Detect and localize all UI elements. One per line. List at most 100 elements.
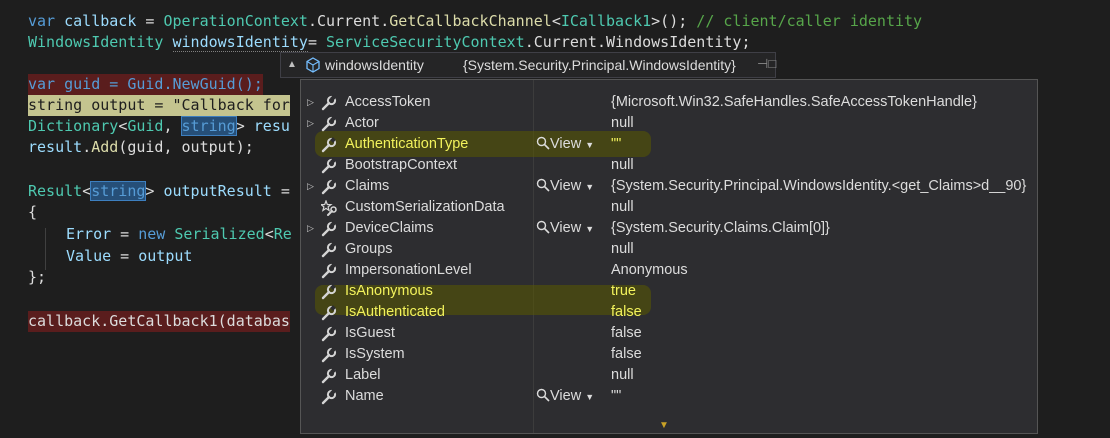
- property-value[interactable]: "": [611, 386, 621, 407]
- type-name: Serialized: [174, 225, 265, 243]
- datatip-panel[interactable]: ▷ AccessToken {Microsoft.Win32.SafeHandles…: [300, 79, 1038, 434]
- datatip-row[interactable]: Label null: [301, 365, 1037, 386]
- datatip-row[interactable]: Name View ▼ "": [301, 386, 1037, 407]
- view-visualizer-button[interactable]: View ▼: [536, 176, 594, 198]
- view-visualizer-button[interactable]: View ▼: [536, 218, 594, 240]
- method-name: GetCallbackChannel: [389, 12, 552, 30]
- property-name: DeviceClaims: [345, 220, 434, 236]
- datatip-row[interactable]: ▷ Claims View ▼ {System.Security.Principal.…: [301, 176, 1037, 197]
- property-value[interactable]: null: [611, 155, 634, 176]
- property-value[interactable]: {System.Security.Claims.Claim[0]}: [611, 218, 830, 239]
- view-label: View: [550, 388, 582, 404]
- code-line-10: {: [28, 202, 37, 223]
- property-name: Value: [66, 247, 112, 265]
- keyword: var: [28, 12, 56, 30]
- punctuation: ,: [163, 117, 182, 135]
- property-value[interactable]: false: [611, 302, 642, 323]
- property-value[interactable]: "": [611, 134, 621, 155]
- operator: >: [235, 117, 254, 135]
- wrench-icon: [321, 368, 337, 384]
- datatip-row[interactable]: ▷ Actor null: [301, 113, 1037, 134]
- property-name: AuthenticationType: [345, 136, 469, 152]
- method-name: Add: [91, 138, 119, 156]
- datatip-row[interactable]: IsAnonymous true: [301, 281, 1037, 302]
- code-line-12: Value = output: [66, 246, 192, 267]
- scroll-down-icon[interactable]: ▼: [659, 420, 669, 431]
- property-name: Label: [345, 367, 381, 383]
- operator: <: [118, 117, 128, 135]
- view-label: View: [550, 136, 582, 152]
- operator: =: [111, 247, 139, 265]
- code-line-breakpoint: var guid = Guid.NewGuid();: [28, 74, 263, 95]
- arguments: (guid, output);: [118, 138, 254, 156]
- wrench-icon: [321, 137, 337, 153]
- expand-arrow-icon[interactable]: ▷: [307, 113, 315, 134]
- dot: .: [380, 12, 390, 30]
- expand-arrow-icon[interactable]: ▷: [307, 176, 315, 197]
- type-name: Guid: [127, 117, 164, 135]
- property-name: IsAuthenticated: [345, 304, 445, 320]
- property-name: Claims: [345, 178, 390, 194]
- keyword-highlighted: string: [180, 116, 237, 136]
- property-value[interactable]: null: [611, 197, 634, 218]
- datatip-row[interactable]: BootstrapContext null: [301, 155, 1037, 176]
- operator: =: [307, 33, 327, 51]
- keyword: new: [138, 225, 166, 243]
- property-value[interactable]: Anonymous: [611, 260, 688, 281]
- keyword-highlighted: string: [90, 181, 147, 201]
- datatip-row[interactable]: AuthenticationType View ▼ "": [301, 134, 1037, 155]
- property-name: Name: [345, 388, 384, 404]
- brace: {: [28, 203, 38, 221]
- dropdown-icon[interactable]: ▼: [585, 224, 594, 234]
- expand-arrow-icon[interactable]: ▷: [307, 92, 315, 113]
- view-visualizer-button[interactable]: View ▼: [536, 134, 594, 156]
- property-value[interactable]: {System.Security.Principal.WindowsIdenti…: [611, 176, 1026, 197]
- datatip-row[interactable]: ▷ AccessToken {Microsoft.Win32.SafeHandles…: [301, 92, 1037, 113]
- wrench-icon: [321, 116, 337, 132]
- property-value[interactable]: true: [611, 281, 636, 302]
- datatip-row[interactable]: Groups null: [301, 239, 1037, 260]
- property-value[interactable]: null: [611, 365, 634, 386]
- identifier-hovered[interactable]: windowsIdentity: [172, 33, 308, 52]
- property-name: IsGuest: [345, 325, 395, 341]
- datatip-row[interactable]: ▷ DeviceClaims View ▼ {System.Security.Clai…: [301, 218, 1037, 239]
- collapse-icon[interactable]: ▲: [287, 59, 297, 70]
- code-line-breakpoint-2: callback.GetCallback1(databas: [28, 311, 290, 332]
- expand-arrow-icon[interactable]: ▷: [307, 218, 315, 239]
- operator: <: [264, 225, 274, 243]
- property-value[interactable]: false: [611, 323, 642, 344]
- indent-guide: [45, 228, 46, 270]
- property-name: Error: [66, 225, 112, 243]
- operator: <: [551, 12, 561, 30]
- wrench-icon: [321, 284, 337, 300]
- view-visualizer-button[interactable]: View ▼: [536, 386, 594, 408]
- datatip-header[interactable]: ▲ windowsIdentity {System.Security.Princ…: [280, 52, 776, 78]
- property-value[interactable]: null: [611, 113, 634, 134]
- datatip-row[interactable]: IsGuest false: [301, 323, 1037, 344]
- code-line-current: string output = "Callback for: [28, 95, 290, 116]
- type-name: WindowsIdentity: [28, 33, 164, 51]
- wrench-icon: [321, 242, 337, 258]
- identifier: result: [28, 138, 83, 156]
- code-line-11: Error = new Serialized<Re: [66, 224, 292, 245]
- datatip-row[interactable]: IsAuthenticated false: [301, 302, 1037, 323]
- property-value[interactable]: null: [611, 239, 634, 260]
- code-text: string output = "Callback for: [28, 96, 290, 114]
- pin-icon[interactable]: ⊣□: [757, 56, 776, 72]
- datatip-row[interactable]: CustomSerializationData null: [301, 197, 1037, 218]
- datatip-row[interactable]: IsSystem false: [301, 344, 1037, 365]
- dropdown-icon[interactable]: ▼: [585, 140, 594, 150]
- type-name: OperationContext: [163, 12, 308, 30]
- property-value[interactable]: false: [611, 344, 642, 365]
- wrench-icon: [321, 95, 337, 111]
- dot: .: [524, 33, 534, 51]
- datatip-row[interactable]: ImpersonationLevel Anonymous: [301, 260, 1037, 281]
- dropdown-icon[interactable]: ▼: [585, 182, 594, 192]
- magnifier-icon: [536, 388, 550, 402]
- dropdown-icon[interactable]: ▼: [585, 392, 594, 402]
- operator: =: [111, 225, 139, 243]
- property-value[interactable]: {Microsoft.Win32.SafeHandles.SafeAccessT…: [611, 92, 977, 113]
- property-name: IsSystem: [345, 346, 405, 362]
- identifier: output: [138, 247, 193, 265]
- wrench-icon: [321, 158, 337, 174]
